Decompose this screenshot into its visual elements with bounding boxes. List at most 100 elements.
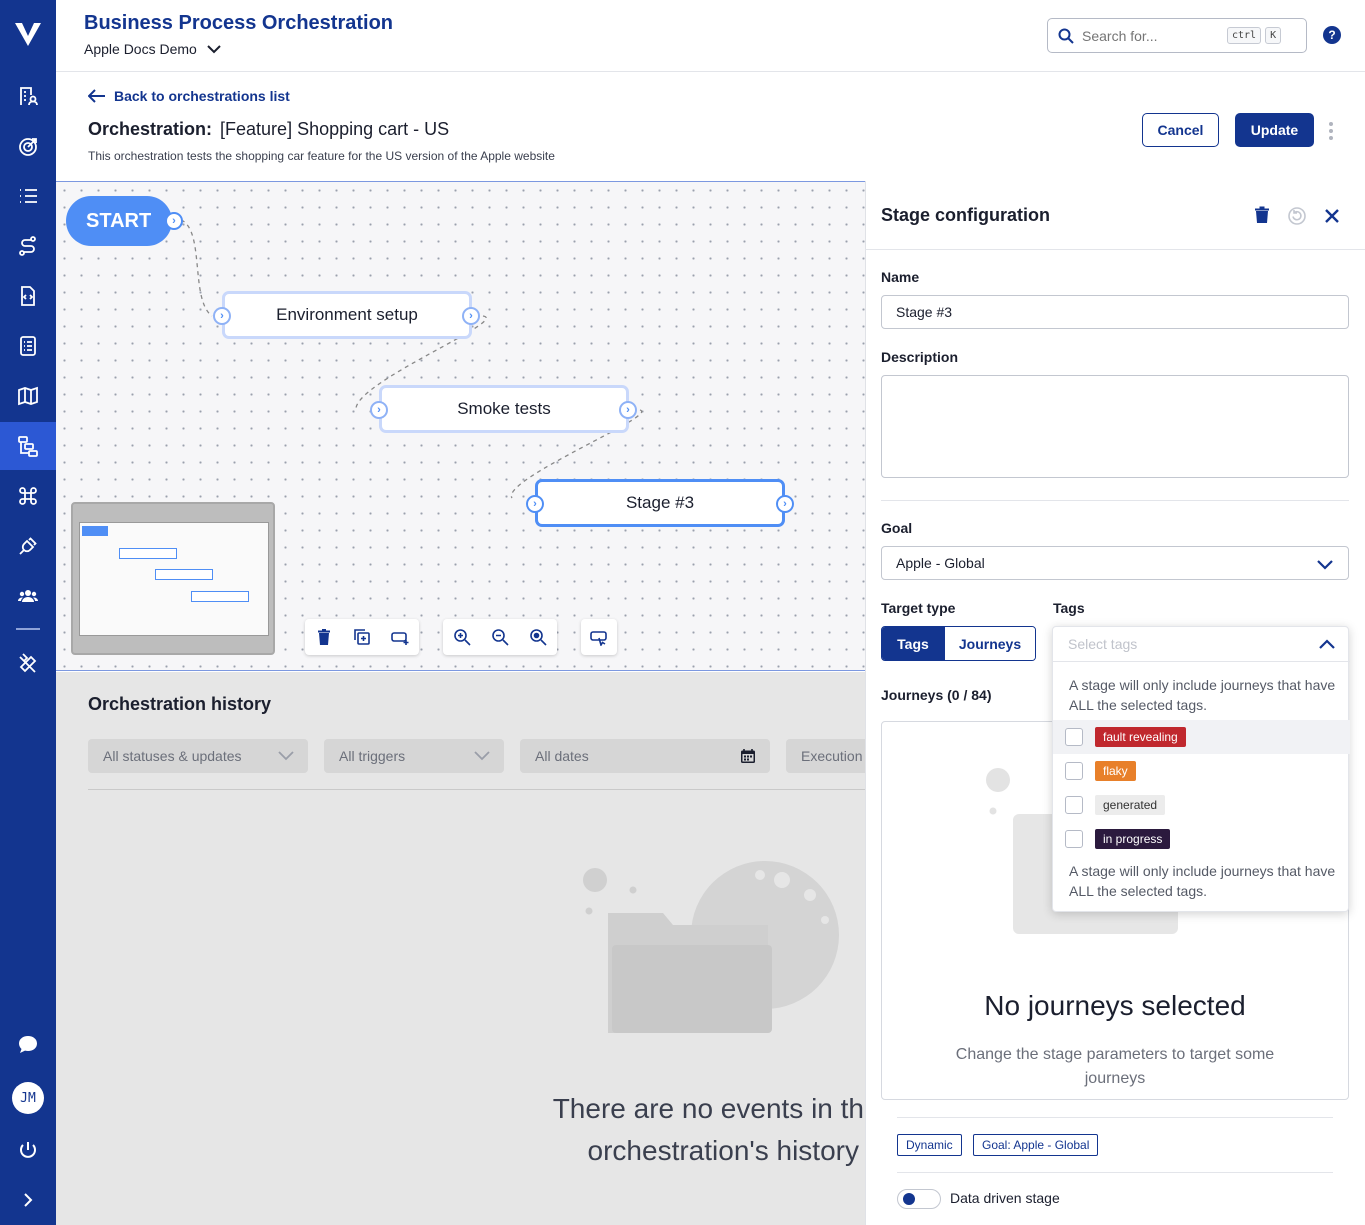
project-selector[interactable]: Apple Docs Demo [84,41,221,57]
nav-command[interactable] [0,472,56,520]
tag-option[interactable]: flaky [1053,754,1350,788]
nav-projects[interactable] [0,72,56,120]
tag-checkbox[interactable] [1065,762,1083,780]
sidebar-divider [16,628,40,630]
nav-code[interactable] [0,272,56,320]
page-title: Orchestration: [Feature] Shopping cart - … [88,119,449,140]
nav-orchestration[interactable] [0,422,56,470]
vertical-logo-icon[interactable] [14,20,42,48]
chevron-right-icon [24,1193,33,1207]
chat-button[interactable] [0,1020,56,1068]
history-divider [88,789,865,790]
nav-map[interactable] [0,372,56,420]
stage-output-port[interactable]: › [776,495,794,513]
start-node[interactable]: START [66,196,172,246]
status-filter[interactable]: All statuses & updates [88,739,308,773]
reset-icon[interactable] [1287,206,1307,226]
stage-node-selected[interactable]: Stage #3 [535,479,785,527]
cancel-button[interactable]: Cancel [1142,113,1219,147]
nav-team[interactable] [0,572,56,620]
nav-list[interactable] [0,172,56,220]
data-driven-toggle[interactable] [897,1189,941,1209]
map-icon [18,386,38,406]
help-icon[interactable]: ? [1323,26,1341,44]
minimap-node [191,591,249,602]
search-input[interactable] [1082,27,1227,44]
header-divider [56,71,1365,72]
minimap-node [119,548,177,559]
stage-node[interactable]: Environment setup [222,291,472,339]
tag-option[interactable]: fault revealing [1053,720,1350,754]
more-options-icon[interactable] [1327,121,1335,141]
delete-node-button[interactable] [312,625,336,649]
close-icon[interactable] [1324,208,1340,224]
power-icon [20,1142,36,1158]
zoom-out-icon [492,629,509,646]
canvas-edit-toolbar [305,619,419,655]
logout-button[interactable] [0,1126,56,1174]
history-empty-line2: orchestration's history [587,1135,859,1166]
zoom-out-button[interactable] [488,625,512,649]
stage-input-port[interactable]: › [526,495,544,513]
target-type-toggle: Tags Journeys [881,626,1036,661]
plug-icon [19,537,37,555]
tags-dropdown-footer-note: A stage will only include journeys that … [1069,863,1336,899]
avatar[interactable]: JM [12,1082,44,1114]
trigger-filter[interactable]: All triggers [324,739,504,773]
goal-select[interactable]: Apple - Global [881,546,1349,580]
zoom-in-icon [454,629,471,646]
tag-option[interactable]: generated [1053,788,1350,822]
orchestration-description: This orchestration tests the shopping ca… [88,149,555,163]
history-title: Orchestration history [88,694,272,714]
trash-icon[interactable] [1254,206,1270,224]
nav-goals[interactable] [0,122,56,170]
zoom-fit-button[interactable] [526,625,550,649]
stage-input-port[interactable]: › [213,307,231,325]
nav-routes[interactable] [0,222,56,270]
canvas-extra-toolbar [581,619,617,655]
stage-node[interactable]: Smoke tests [379,385,629,433]
description-textarea[interactable] [881,375,1349,478]
search-box[interactable]: ctrl K [1047,18,1307,53]
target-journeys-option[interactable]: Journeys [944,627,1035,660]
orchestration-icon [18,436,38,457]
zoom-in-button[interactable] [450,625,474,649]
stage-input-port[interactable]: › [370,401,388,419]
stage-output-port[interactable]: › [462,307,480,325]
no-journeys-subtitle: Change the stage parameters to target so… [955,1046,1275,1087]
tags-dropdown-note: A stage will only include journeys that … [1069,677,1336,713]
canvas-minimap[interactable] [71,502,275,655]
update-button[interactable]: Update [1235,113,1314,147]
tag-checkbox[interactable] [1065,830,1083,848]
select-mode-button[interactable] [587,625,611,649]
add-node-button[interactable] [388,625,412,649]
arrow-left-icon [88,89,105,103]
chevron-down-icon [1317,560,1333,570]
date-filter[interactable]: All dates [520,739,770,773]
duplicate-node-button[interactable] [350,625,374,649]
command-icon [19,487,37,505]
start-output-port[interactable]: › [165,212,183,230]
users-icon [18,590,38,602]
chevron-up-icon [1319,639,1335,649]
cursor-box-icon [590,631,607,646]
tags-select-input[interactable]: Select tags [1053,627,1350,662]
minimap-start-node [82,526,108,536]
nav-integrations[interactable] [0,522,56,570]
execution-filter[interactable]: Execution [786,739,865,773]
nav-checklist[interactable] [0,322,56,370]
tag-badge: fault revealing [1095,727,1186,747]
expand-sidebar-button[interactable] [0,1176,56,1224]
name-input[interactable] [881,295,1349,329]
status-filter-value: All statuses & updates [103,748,242,764]
tags-select-placeholder: Select tags [1068,636,1138,652]
trash-icon [318,629,330,645]
tag-checkbox[interactable] [1065,796,1083,814]
nav-tools[interactable] [0,640,56,688]
back-link[interactable]: Back to orchestrations list [88,88,290,104]
chevron-down-icon [278,751,294,761]
tag-option[interactable]: in progress [1053,822,1350,856]
stage-output-port[interactable]: › [619,401,637,419]
tag-checkbox[interactable] [1065,728,1083,746]
target-tags-option[interactable]: Tags [882,627,944,660]
